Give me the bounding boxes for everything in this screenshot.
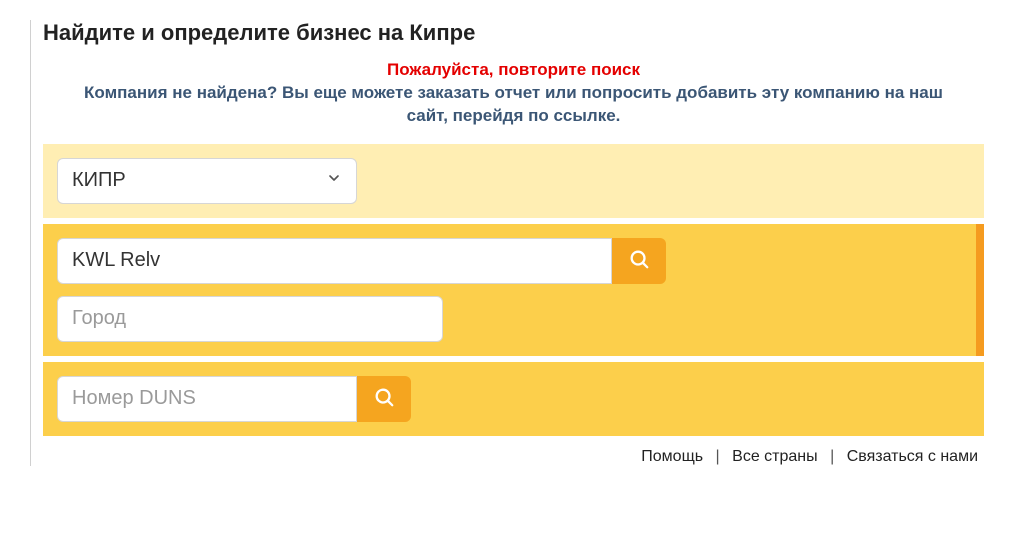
page-title: Найдите и определите бизнес на Кипре <box>43 20 984 46</box>
footer-links: Помощь | Все страны | Связаться с нами <box>43 442 984 466</box>
city-input[interactable] <box>57 296 443 342</box>
company-name-input[interactable] <box>57 238 612 284</box>
company-search-block <box>43 224 984 356</box>
search-icon <box>373 386 395 411</box>
not-found-message[interactable]: Компания не найдена? Вы еще можете заказ… <box>43 82 984 128</box>
duns-search-button[interactable] <box>357 376 411 422</box>
all-countries-link[interactable]: Все страны <box>732 448 817 465</box>
separator: | <box>830 448 834 465</box>
company-search-button[interactable] <box>612 238 666 284</box>
help-link[interactable]: Помощь <box>641 448 703 465</box>
separator: | <box>716 448 720 465</box>
chevron-down-icon <box>326 170 342 191</box>
country-row: КИПР <box>43 144 984 218</box>
error-message: Пожалуйста, повторите поиск <box>43 60 984 80</box>
contact-link[interactable]: Связаться с нами <box>847 448 978 465</box>
duns-search-block <box>43 362 984 436</box>
country-selected-label: КИПР <box>72 169 126 192</box>
duns-input[interactable] <box>57 376 357 422</box>
country-select[interactable]: КИПР <box>57 158 357 204</box>
search-icon <box>628 248 650 273</box>
